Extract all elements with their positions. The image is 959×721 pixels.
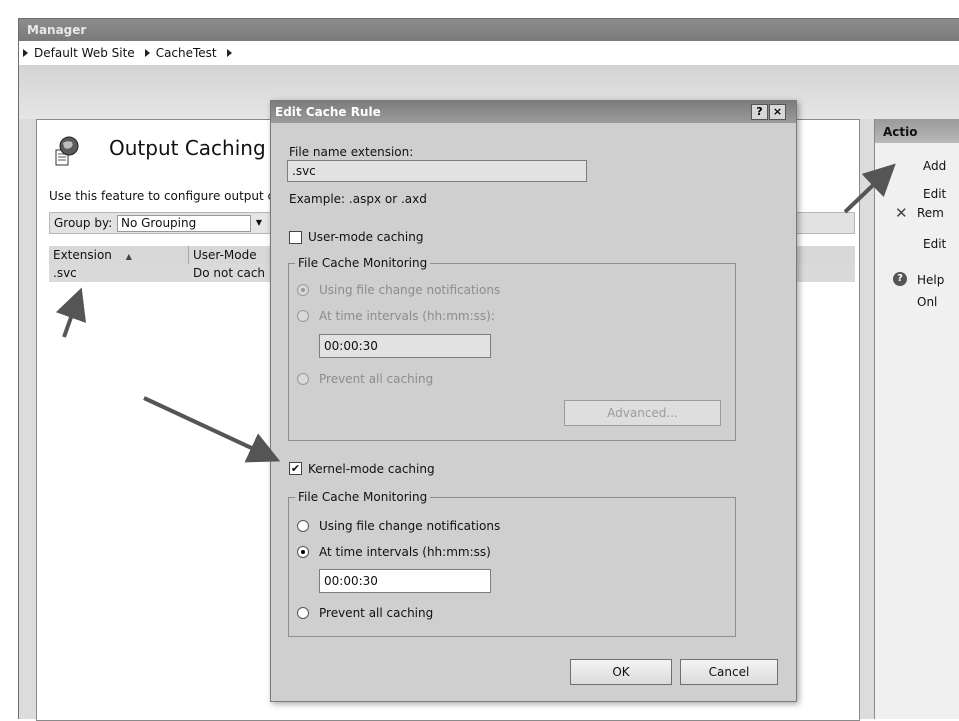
kernel-mode-checkbox[interactable]: ✔ — [289, 462, 302, 475]
kernel-radio-intervals[interactable] — [297, 546, 309, 558]
actions-header: Actio — [875, 119, 959, 143]
help-button[interactable]: ? — [751, 104, 768, 120]
user-opt-prevent: Prevent all caching — [319, 372, 434, 386]
group-legend: File Cache Monitoring — [295, 490, 431, 504]
output-caching-icon — [54, 136, 80, 166]
advanced-button[interactable]: Advanced... — [564, 400, 721, 426]
user-radio-notifications[interactable] — [297, 284, 309, 296]
example-text: Example: .aspx or .axd — [289, 192, 427, 206]
group-by-select[interactable]: No Grouping — [117, 215, 267, 232]
sort-ascending-icon: ▲ — [125, 252, 132, 261]
user-interval-field[interactable]: 00:00:30 — [319, 334, 491, 358]
user-mode-label: User-mode caching — [308, 230, 424, 244]
group-by-value: No Grouping — [121, 216, 197, 230]
action-help[interactable]: Help — [917, 273, 944, 287]
user-opt-intervals: At time intervals (hh:mm:ss): — [319, 309, 495, 323]
action-edit-settings[interactable]: Edit — [923, 237, 946, 251]
chevron-right-icon — [23, 49, 28, 57]
feature-description: Use this feature to configure output c — [49, 189, 273, 203]
group-by-label: Group by: — [54, 216, 113, 230]
extension-label: File name extension: — [289, 145, 414, 159]
breadcrumb-item-site[interactable]: Default Web Site — [34, 46, 135, 60]
group-legend: File Cache Monitoring — [295, 256, 431, 270]
chevron-down-icon[interactable]: ▼ — [250, 215, 267, 232]
chevron-right-icon[interactable] — [144, 49, 150, 57]
column-header-extension[interactable]: Extension ▲ — [49, 246, 189, 264]
breadcrumb: Default Web Site CacheTest — [19, 41, 959, 66]
page-title: Output Caching — [109, 136, 266, 160]
kernel-radio-notifications[interactable] — [297, 520, 309, 532]
action-add[interactable]: Add — [923, 159, 946, 173]
help-icon: ? — [893, 272, 907, 286]
user-mode-monitoring-group: File Cache Monitoring Using file change … — [288, 256, 736, 441]
chevron-right-icon[interactable] — [226, 49, 232, 57]
kernel-opt-notifications: Using file change notifications — [319, 519, 501, 533]
user-opt-notifications: Using file change notifications — [319, 283, 501, 297]
ok-button[interactable]: OK — [570, 659, 672, 685]
kernel-mode-label: Kernel-mode caching — [308, 462, 435, 476]
remove-icon: ✕ — [895, 204, 908, 222]
edit-cache-rule-dialog: Edit Cache Rule ? × File name extension:… — [270, 100, 797, 702]
user-radio-prevent[interactable] — [297, 373, 309, 385]
window-title: Manager — [19, 19, 959, 41]
cell-user-mode: Do not cach — [193, 266, 266, 280]
breadcrumb-item-app[interactable]: CacheTest — [156, 46, 217, 60]
action-remove[interactable]: Rem — [917, 206, 944, 220]
kernel-mode-monitoring-group: File Cache Monitoring Using file change … — [288, 490, 736, 637]
action-online-help[interactable]: Onl — [917, 295, 937, 309]
extension-field[interactable]: .svc — [287, 160, 587, 182]
cancel-button[interactable]: Cancel — [680, 659, 778, 685]
kernel-opt-intervals: At time intervals (hh:mm:ss) — [319, 545, 491, 559]
kernel-interval-field[interactable]: 00:00:30 — [319, 569, 491, 593]
dialog-title: Edit Cache Rule ? × — [271, 101, 796, 123]
cell-extension: .svc — [53, 266, 77, 280]
actions-panel: Actio Add Edit ✕ Rem Edit ? Help Onl — [874, 119, 959, 719]
action-edit[interactable]: Edit — [923, 187, 946, 201]
kernel-opt-prevent: Prevent all caching — [319, 606, 434, 620]
user-radio-intervals[interactable] — [297, 310, 309, 322]
user-mode-checkbox[interactable] — [289, 231, 302, 244]
kernel-radio-prevent[interactable] — [297, 607, 309, 619]
close-button[interactable]: × — [769, 104, 786, 120]
